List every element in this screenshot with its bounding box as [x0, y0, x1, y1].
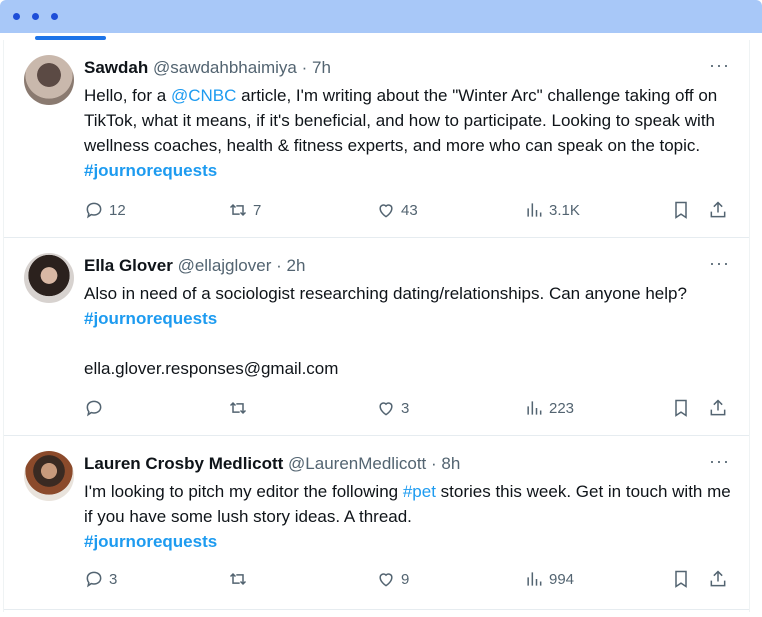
- author-handle[interactable]: @LaurenMedlicott: [288, 454, 426, 473]
- hashtag-link[interactable]: #journorequests: [84, 532, 217, 551]
- reply-button[interactable]: [84, 397, 109, 419]
- more-options-icon[interactable]: ···: [709, 452, 729, 472]
- reply-count: 12: [109, 201, 126, 219]
- reply-button[interactable]: 3: [84, 568, 117, 590]
- author-name[interactable]: Sawdah: [84, 58, 148, 77]
- retweet-icon: [229, 572, 247, 586]
- window-dot[interactable]: [51, 13, 58, 20]
- views-button[interactable]: 223: [524, 397, 574, 419]
- share-icon: [710, 399, 726, 416]
- view-count: 994: [549, 570, 575, 588]
- share-icon: [710, 570, 726, 587]
- reply-icon: [86, 571, 102, 588]
- reply-icon: [86, 400, 102, 417]
- share-icon: [710, 201, 726, 218]
- bookmark-button[interactable]: [671, 397, 691, 419]
- share-button[interactable]: [708, 397, 728, 419]
- like-count: 43: [401, 201, 418, 219]
- hashtag-link[interactable]: #pet: [403, 482, 436, 501]
- tweet-header: Lauren Crosby Medlicott @LaurenMedlicott…: [84, 454, 729, 474]
- bookmark-icon: [675, 570, 687, 588]
- view-count: 223: [549, 399, 575, 417]
- like-button[interactable]: 9: [376, 568, 409, 590]
- heart-icon: [379, 402, 393, 416]
- like-button[interactable]: 3: [376, 397, 409, 419]
- like-count: 9: [401, 570, 410, 588]
- views-button[interactable]: 3.1K: [524, 199, 580, 221]
- bookmark-icon: [675, 399, 687, 417]
- text-segment: Hello, for a: [84, 86, 171, 105]
- views-icon: [527, 203, 542, 217]
- timestamp[interactable]: 7h: [312, 58, 331, 77]
- timestamp[interactable]: 8h: [441, 454, 460, 473]
- avatar[interactable]: [24, 451, 74, 501]
- like-button[interactable]: 43: [376, 199, 418, 221]
- text-segment: I'm looking to pitch my editor the follo…: [84, 482, 403, 501]
- retweet-button[interactable]: [228, 568, 253, 590]
- reply-button[interactable]: 12: [84, 199, 126, 221]
- retweet-count: 7: [253, 201, 262, 219]
- tweet-text: Also in need of a sociologist researchin…: [84, 281, 734, 381]
- retweet-button[interactable]: [228, 397, 253, 419]
- tweet-text: I'm looking to pitch my editor the follo…: [84, 479, 734, 554]
- mention-link[interactable]: @CNBC: [171, 86, 236, 105]
- timestamp[interactable]: 2h: [287, 256, 306, 275]
- text-segment: Also in need of a sociologist researchin…: [84, 284, 687, 303]
- heart-icon: [379, 204, 393, 218]
- view-count: 3.1K: [549, 201, 580, 219]
- separator: ·: [276, 256, 282, 275]
- views-button[interactable]: 994: [524, 568, 574, 590]
- author-name[interactable]: Ella Glover: [84, 256, 173, 275]
- retweet-button[interactable]: 7: [228, 199, 261, 221]
- separator: ·: [301, 58, 308, 77]
- tweet-header: Sawdah @sawdahbhaimiya · 7h: [84, 58, 729, 78]
- tweet[interactable]: Lauren Crosby Medlicott @LaurenMedlicott…: [4, 436, 749, 610]
- hashtag-link[interactable]: #journorequests: [84, 309, 217, 328]
- email-address: ella.glover.responses@gmail.com: [84, 359, 339, 378]
- hashtag-link[interactable]: #journorequests: [84, 161, 217, 180]
- share-button[interactable]: [708, 199, 728, 221]
- separator: ·: [431, 454, 437, 473]
- like-count: 3: [401, 399, 410, 417]
- author-name[interactable]: Lauren Crosby Medlicott: [84, 454, 283, 473]
- bookmark-icon: [675, 201, 687, 219]
- bookmark-button[interactable]: [671, 568, 691, 590]
- retweet-icon: [229, 401, 247, 415]
- tweet[interactable]: Ella Glover @ellajglover · 2h ··· Also i…: [4, 238, 749, 436]
- window-dot[interactable]: [32, 13, 39, 20]
- tweet-text: Hello, for a @CNBC article, I'm writing …: [84, 83, 734, 183]
- reply-count: 3: [109, 570, 118, 588]
- more-options-icon[interactable]: ···: [709, 56, 729, 76]
- reply-icon: [86, 202, 102, 219]
- views-icon: [527, 401, 542, 415]
- tweet-feed: Sawdah @sawdahbhaimiya · 7h ··· Hello, f…: [3, 40, 750, 612]
- tweet-actions: 3 9 994: [84, 568, 731, 590]
- tweet-actions: 12 7 43 3.1K: [84, 199, 731, 221]
- share-button[interactable]: [708, 568, 728, 590]
- views-icon: [527, 572, 542, 586]
- tweet[interactable]: Sawdah @sawdahbhaimiya · 7h ··· Hello, f…: [4, 40, 749, 238]
- avatar[interactable]: [24, 253, 74, 303]
- tweet-actions: 3 223: [84, 397, 731, 419]
- window-title-bar: [0, 0, 762, 33]
- avatar[interactable]: [24, 55, 74, 105]
- bookmark-button[interactable]: [671, 199, 691, 221]
- window-dot[interactable]: [13, 13, 20, 20]
- tweet-header: Ella Glover @ellajglover · 2h: [84, 256, 729, 276]
- more-options-icon[interactable]: ···: [709, 254, 729, 274]
- heart-icon: [379, 573, 393, 587]
- author-handle[interactable]: @sawdahbhaimiya: [153, 58, 297, 77]
- retweet-icon: [229, 203, 247, 217]
- author-handle[interactable]: @ellajglover: [178, 256, 272, 275]
